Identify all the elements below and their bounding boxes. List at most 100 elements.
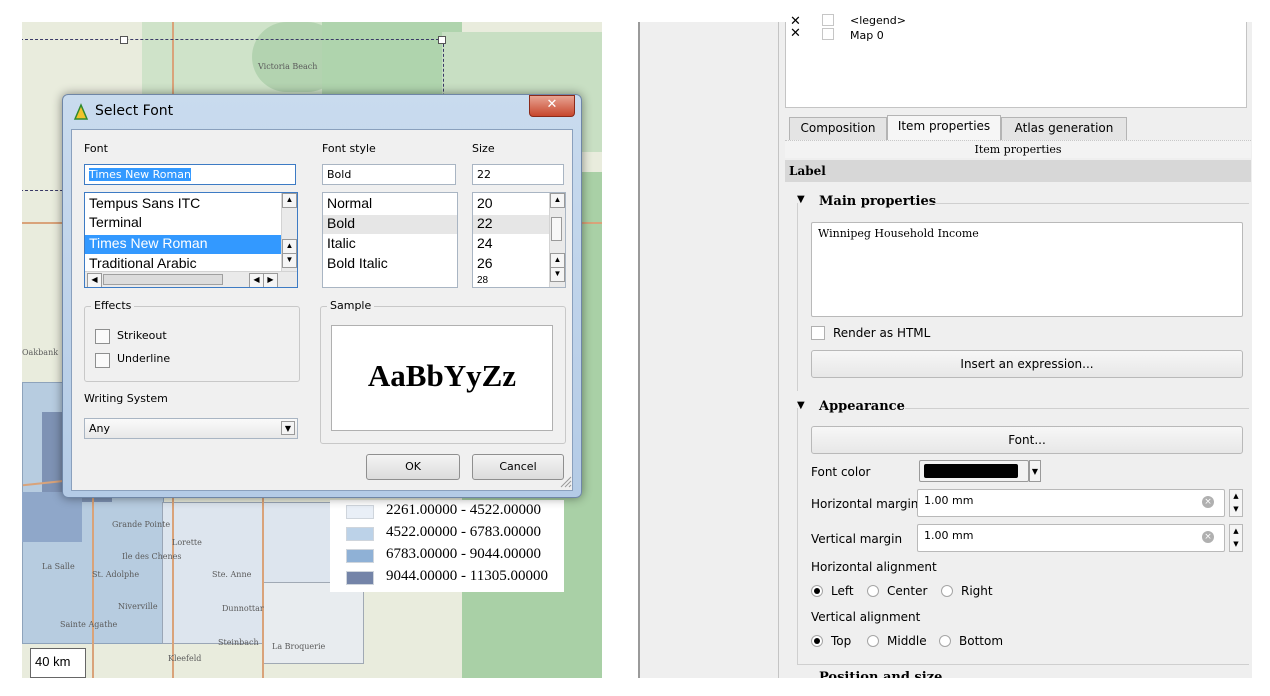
- tab-item-properties[interactable]: Item properties: [887, 115, 1001, 141]
- close-button[interactable]: ✕: [529, 95, 575, 117]
- halign-center-radio[interactable]: [867, 585, 879, 597]
- scroll-down-icon[interactable]: ▼: [550, 267, 565, 282]
- visibility-icon[interactable]: ✕: [790, 26, 801, 41]
- font-button[interactable]: Font...: [811, 426, 1243, 454]
- font-style-list[interactable]: Normal Bold Italic Bold Italic: [322, 192, 458, 288]
- valign-bottom-radio[interactable]: [939, 635, 951, 647]
- collapse-triangle-icon[interactable]: ▼: [797, 400, 805, 411]
- position-and-size-section[interactable]: Position and size: [779, 670, 1253, 678]
- scroll-down-icon[interactable]: ▼: [282, 253, 297, 268]
- scroll-left-icon[interactable]: ◀: [87, 273, 102, 287]
- ok-button[interactable]: OK: [366, 454, 460, 480]
- valign-top-radio[interactable]: [811, 635, 823, 647]
- writing-system-select[interactable]: Any ▼: [84, 418, 298, 439]
- composer-side-panel: ✕ <legend> ✕ Map 0 Composition Item prop…: [778, 14, 1253, 678]
- scroll-right-icon[interactable]: ▶: [263, 273, 278, 287]
- font-color-button[interactable]: [919, 460, 1029, 482]
- item-name[interactable]: Map 0: [850, 29, 884, 42]
- sample-preview: AaBbYyZz: [331, 325, 553, 431]
- place-label: Grande Pointe: [112, 520, 171, 529]
- size-list-scrollbar[interactable]: ▲ ▲ ▼: [549, 193, 565, 287]
- resize-handle[interactable]: [120, 36, 128, 44]
- appearance-title[interactable]: Appearance: [819, 399, 905, 414]
- chevron-down-icon[interactable]: ▼: [1029, 460, 1041, 482]
- main-properties-title[interactable]: Main properties: [819, 194, 936, 209]
- item-name[interactable]: <legend>: [850, 14, 906, 27]
- sample-text: AaBbYyZz: [367, 358, 517, 393]
- position-and-size-title[interactable]: Position and size: [819, 670, 942, 678]
- tab-composition[interactable]: Composition: [789, 117, 887, 141]
- scroll-thumb[interactable]: [103, 274, 223, 285]
- font-list-scrollbar[interactable]: ▲ ▲ ▼: [281, 193, 297, 271]
- strikeout-checkbox[interactable]: [95, 329, 110, 344]
- font-style-item[interactable]: Normal: [327, 195, 372, 211]
- scroll-up-icon[interactable]: ▲: [550, 193, 565, 208]
- valign-middle-radio[interactable]: [867, 635, 879, 647]
- horizontal-margin-value: 1.00 mm: [924, 494, 974, 507]
- font-list-item[interactable]: Terminal: [89, 214, 142, 230]
- font-style-item-selected[interactable]: Bold: [327, 215, 355, 231]
- vertical-margin-spinner[interactable]: ▲ ▼: [1229, 524, 1243, 552]
- section-divider: [905, 408, 1249, 409]
- horizontal-margin-label: Horizontal margin: [811, 497, 919, 511]
- collapse-triangle-icon[interactable]: ▼: [797, 194, 805, 205]
- legend-swatch: [346, 527, 374, 541]
- label-text-area[interactable]: Winnipeg Household Income: [811, 222, 1243, 317]
- lock-checkbox[interactable]: [822, 28, 834, 40]
- font-style-item[interactable]: Bold Italic: [327, 255, 388, 271]
- render-html-label: Render as HTML: [833, 326, 931, 340]
- font-style-item[interactable]: Italic: [327, 235, 356, 251]
- font-list-item-selected[interactable]: Times New Roman: [89, 235, 208, 251]
- halign-right-radio[interactable]: [941, 585, 953, 597]
- size-item[interactable]: 20: [477, 195, 493, 211]
- place-label: Ste. Anne: [212, 570, 252, 579]
- legend-swatch: [346, 505, 374, 519]
- size-item[interactable]: 26: [477, 255, 493, 271]
- font-list[interactable]: Tempus Sans ITC Terminal Times New Roman…: [84, 192, 298, 288]
- place-label: Lorette: [172, 538, 202, 547]
- halign-left-radio[interactable]: [811, 585, 823, 597]
- horizontal-margin-input[interactable]: 1.00 mm ×: [917, 489, 1225, 517]
- vertical-margin-input[interactable]: 1.00 mm ×: [917, 524, 1225, 552]
- font-list-hscrollbar[interactable]: ◀ ◀ ▶: [85, 271, 297, 287]
- render-html-checkbox[interactable]: [811, 326, 825, 340]
- resize-grip-icon[interactable]: [558, 474, 572, 488]
- size-list[interactable]: 20 22 24 26 28 ▲ ▲ ▼: [472, 192, 566, 288]
- scroll-up-icon[interactable]: ▲: [282, 239, 297, 254]
- resize-handle[interactable]: [438, 36, 446, 44]
- place-label: Ile des Chenes: [122, 552, 182, 561]
- horizontal-alignment-label: Horizontal alignment: [811, 560, 937, 574]
- size-input[interactable]: 22: [472, 164, 564, 185]
- scale-bar: 40 km: [30, 648, 86, 678]
- font-list-item[interactable]: Tempus Sans ITC: [89, 195, 200, 211]
- size-item[interactable]: 24: [477, 235, 493, 251]
- horizontal-margin-spinner[interactable]: ▲ ▼: [1229, 489, 1243, 517]
- place-label: Steinbach: [218, 638, 259, 647]
- clear-icon[interactable]: ×: [1202, 531, 1214, 543]
- sample-label: Sample: [327, 299, 375, 312]
- legend-label: 9044.00000 - 11305.00000: [386, 568, 548, 584]
- font-input[interactable]: Times New Roman: [84, 164, 296, 185]
- scroll-left-icon[interactable]: ◀: [249, 273, 264, 287]
- section-divider: [797, 664, 1249, 665]
- font-list-item[interactable]: Traditional Arabic: [89, 255, 197, 271]
- scroll-thumb[interactable]: [551, 217, 562, 241]
- writing-system-label: Writing System: [84, 392, 168, 405]
- place-label: St. Adolphe: [92, 570, 140, 579]
- size-item-selected[interactable]: 22: [477, 215, 493, 231]
- size-item[interactable]: 28: [477, 275, 488, 286]
- cancel-button[interactable]: Cancel: [472, 454, 564, 480]
- vertical-margin-value: 1.00 mm: [924, 529, 974, 542]
- font-style-input[interactable]: Bold: [322, 164, 456, 185]
- dialog-title: Select Font: [95, 103, 174, 119]
- scroll-up-icon[interactable]: ▲: [282, 193, 297, 208]
- tab-atlas-generation[interactable]: Atlas generation: [1001, 117, 1127, 141]
- halign-center-label: Center: [887, 584, 928, 598]
- underline-checkbox[interactable]: [95, 353, 110, 368]
- clear-icon[interactable]: ×: [1202, 496, 1214, 508]
- lock-checkbox[interactable]: [822, 14, 834, 26]
- insert-expression-button[interactable]: Insert an expression...: [811, 350, 1243, 378]
- chevron-down-icon[interactable]: ▼: [281, 421, 295, 435]
- scroll-up-icon[interactable]: ▲: [550, 253, 565, 268]
- items-list[interactable]: ✕ <legend> ✕ Map 0: [785, 14, 1247, 108]
